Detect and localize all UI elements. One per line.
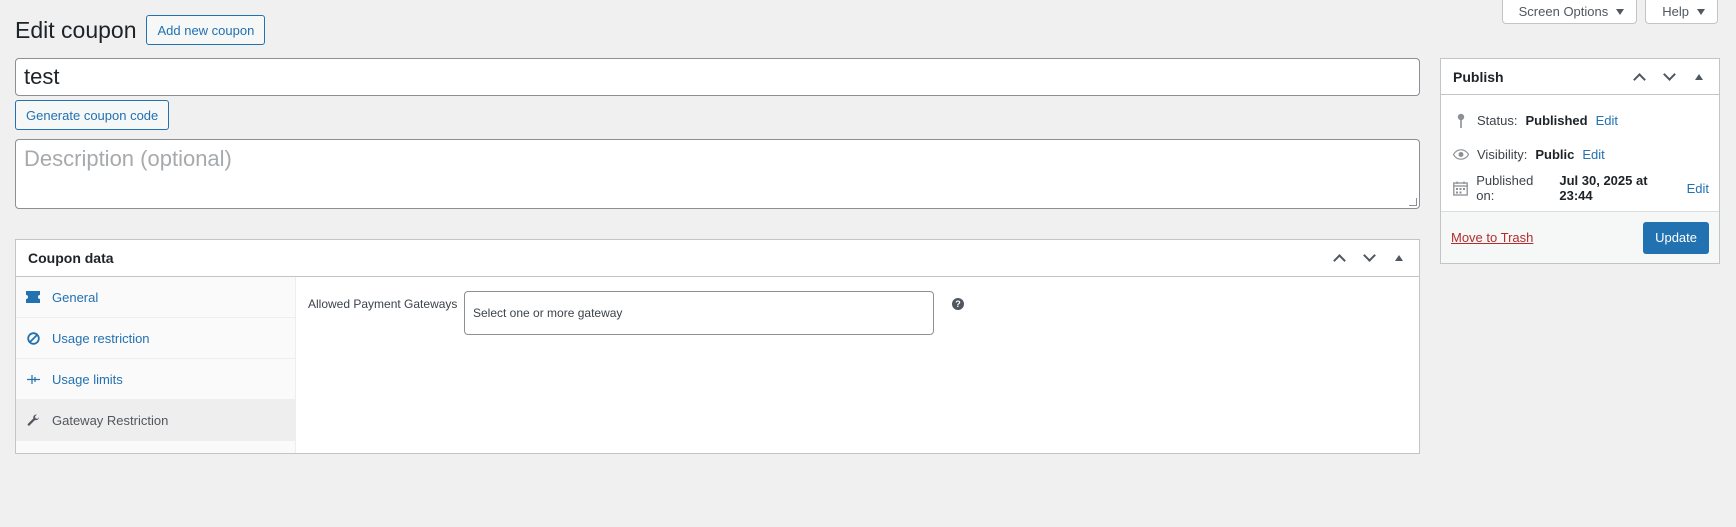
chevron-down-icon: [1662, 67, 1676, 81]
block-icon: [26, 331, 40, 345]
tab-gateway-restriction[interactable]: Gateway Restriction: [16, 400, 295, 441]
status-row: Status: Published Edit: [1453, 103, 1709, 137]
limits-icon: [26, 372, 40, 386]
pin-icon: [1453, 113, 1469, 128]
box-handle-actions: [1627, 65, 1711, 89]
eye-icon: [1453, 148, 1469, 160]
generate-coupon-code-button[interactable]: Generate coupon code: [15, 100, 170, 130]
coupon-data-tabs: General Usage restriction Usage limits G…: [16, 277, 296, 453]
caret-down-icon: [1616, 8, 1625, 15]
edit-status-link[interactable]: Edit: [1596, 113, 1618, 128]
move-up-button[interactable]: [1327, 246, 1351, 270]
add-new-coupon-button[interactable]: Add new coupon: [146, 15, 266, 45]
collapse-arrow-icon: [1395, 255, 1403, 261]
visibility-value: Public: [1535, 146, 1575, 162]
tab-usage-restriction[interactable]: Usage restriction: [16, 318, 295, 359]
calendar-icon: [1453, 181, 1468, 196]
update-button[interactable]: Update: [1643, 221, 1709, 254]
collapse-arrow-icon: [1695, 73, 1703, 80]
visibility-label: Visibility:: [1477, 146, 1528, 162]
allowed-gateways-label: Allowed Payment Gateways: [308, 297, 458, 311]
screen-options-label: Screen Options: [1518, 4, 1609, 19]
tab-general[interactable]: General: [16, 277, 295, 318]
ticket-icon: [26, 290, 40, 304]
published-on-row: Published on: Jul 30, 2025 at 23:44 Edit: [1453, 171, 1709, 205]
chevron-up-icon: [1632, 72, 1646, 86]
screen-meta: Screen Options Help: [1501, 0, 1718, 24]
tab-label: Usage limits: [52, 371, 123, 387]
publish-box: Publish Status: Published Edit Visibilit…: [1440, 58, 1720, 264]
select-placeholder: Select one or more gateway: [473, 306, 623, 320]
toggle-panel-button[interactable]: [1687, 65, 1711, 89]
coupon-data-title: Coupon data: [28, 250, 114, 266]
status-label: Status:: [1477, 112, 1518, 128]
move-down-button[interactable]: [1357, 246, 1381, 270]
description-placeholder: Description (optional): [24, 146, 232, 171]
help-tip-icon[interactable]: ?: [952, 298, 964, 310]
published-on-label: Published on:: [1476, 173, 1534, 203]
move-down-button[interactable]: [1657, 65, 1681, 89]
edit-date-link[interactable]: Edit: [1687, 181, 1709, 196]
toggle-panel-button[interactable]: [1387, 246, 1411, 270]
edit-visibility-link[interactable]: Edit: [1582, 147, 1604, 162]
page-header: Edit coupon Add new coupon: [15, 15, 266, 45]
description-field[interactable]: Description (optional): [15, 139, 1420, 209]
tab-label: Usage restriction: [52, 330, 150, 346]
page-title: Edit coupon: [15, 16, 137, 43]
help-button[interactable]: Help: [1645, 0, 1718, 24]
caret-down-icon: [1697, 8, 1705, 15]
coupon-data-header: Coupon data: [16, 240, 1419, 277]
gateway-restriction-panel: Allowed Payment Gateways Select one or m…: [296, 277, 1419, 453]
coupon-code-input[interactable]: test: [15, 58, 1420, 96]
publish-body: Status: Published Edit Visibility: Publi…: [1441, 95, 1719, 211]
move-to-trash-link[interactable]: Move to Trash: [1451, 230, 1533, 245]
move-up-button[interactable]: [1627, 65, 1651, 89]
chevron-up-icon: [1332, 254, 1346, 267]
tab-label: General: [52, 289, 99, 305]
wrench-icon: [26, 413, 40, 427]
published-on-value: Jul 30, 2025 at 23:44: [1559, 173, 1648, 203]
publish-actions: Move to Trash Update: [1441, 211, 1719, 263]
coupon-data-box: Coupon data General Usage restriction Us…: [15, 239, 1420, 454]
publish-header: Publish: [1441, 59, 1719, 95]
resize-handle[interactable]: [1409, 198, 1417, 206]
screen-options-button[interactable]: Screen Options: [1501, 0, 1638, 24]
tab-usage-limits[interactable]: Usage limits: [16, 359, 295, 400]
tab-label: Gateway Restriction: [52, 412, 169, 428]
allowed-gateways-select[interactable]: Select one or more gateway: [464, 291, 934, 335]
visibility-row: Visibility: Public Edit: [1453, 137, 1709, 171]
chevron-down-icon: [1362, 249, 1376, 262]
status-value: Published: [1525, 112, 1588, 128]
help-label: Help: [1662, 4, 1689, 19]
publish-title: Publish: [1453, 68, 1504, 85]
coupon-data-body: General Usage restriction Usage limits G…: [16, 277, 1419, 453]
main-column: test Generate coupon code Description (o…: [15, 58, 1420, 454]
box-handle-actions: [1327, 246, 1411, 270]
